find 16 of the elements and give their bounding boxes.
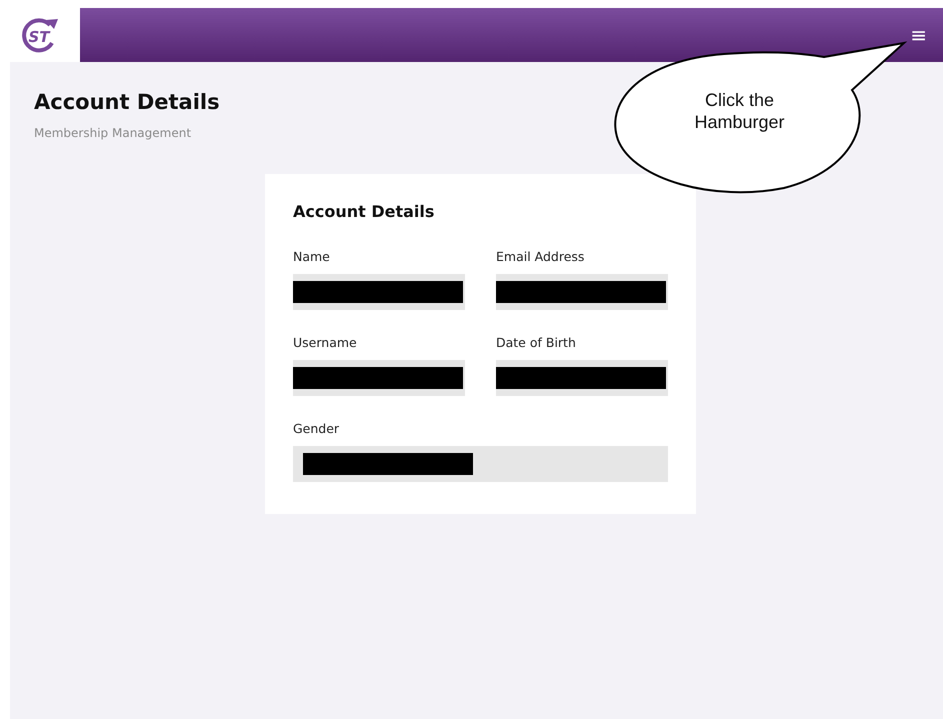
- input-field[interactable]: [496, 360, 668, 396]
- input-field[interactable]: [496, 274, 668, 310]
- input-field[interactable]: [293, 446, 668, 482]
- card-title: Account Details: [293, 202, 434, 221]
- field-label: Name: [293, 249, 330, 264]
- field-label: Date of Birth: [496, 335, 576, 350]
- field-label: Gender: [293, 421, 340, 436]
- page-title: Account Details: [34, 90, 220, 114]
- logo: ST: [20, 17, 60, 53]
- menu-button[interactable]: ≡: [908, 25, 929, 45]
- page-subtitle: Membership Management: [34, 126, 192, 140]
- callout-text: Click the Hamburger: [693, 89, 786, 133]
- input-field[interactable]: [293, 274, 465, 310]
- field-label: Username: [293, 335, 357, 350]
- input-field[interactable]: [293, 360, 465, 396]
- field-label: Email Address: [496, 249, 584, 264]
